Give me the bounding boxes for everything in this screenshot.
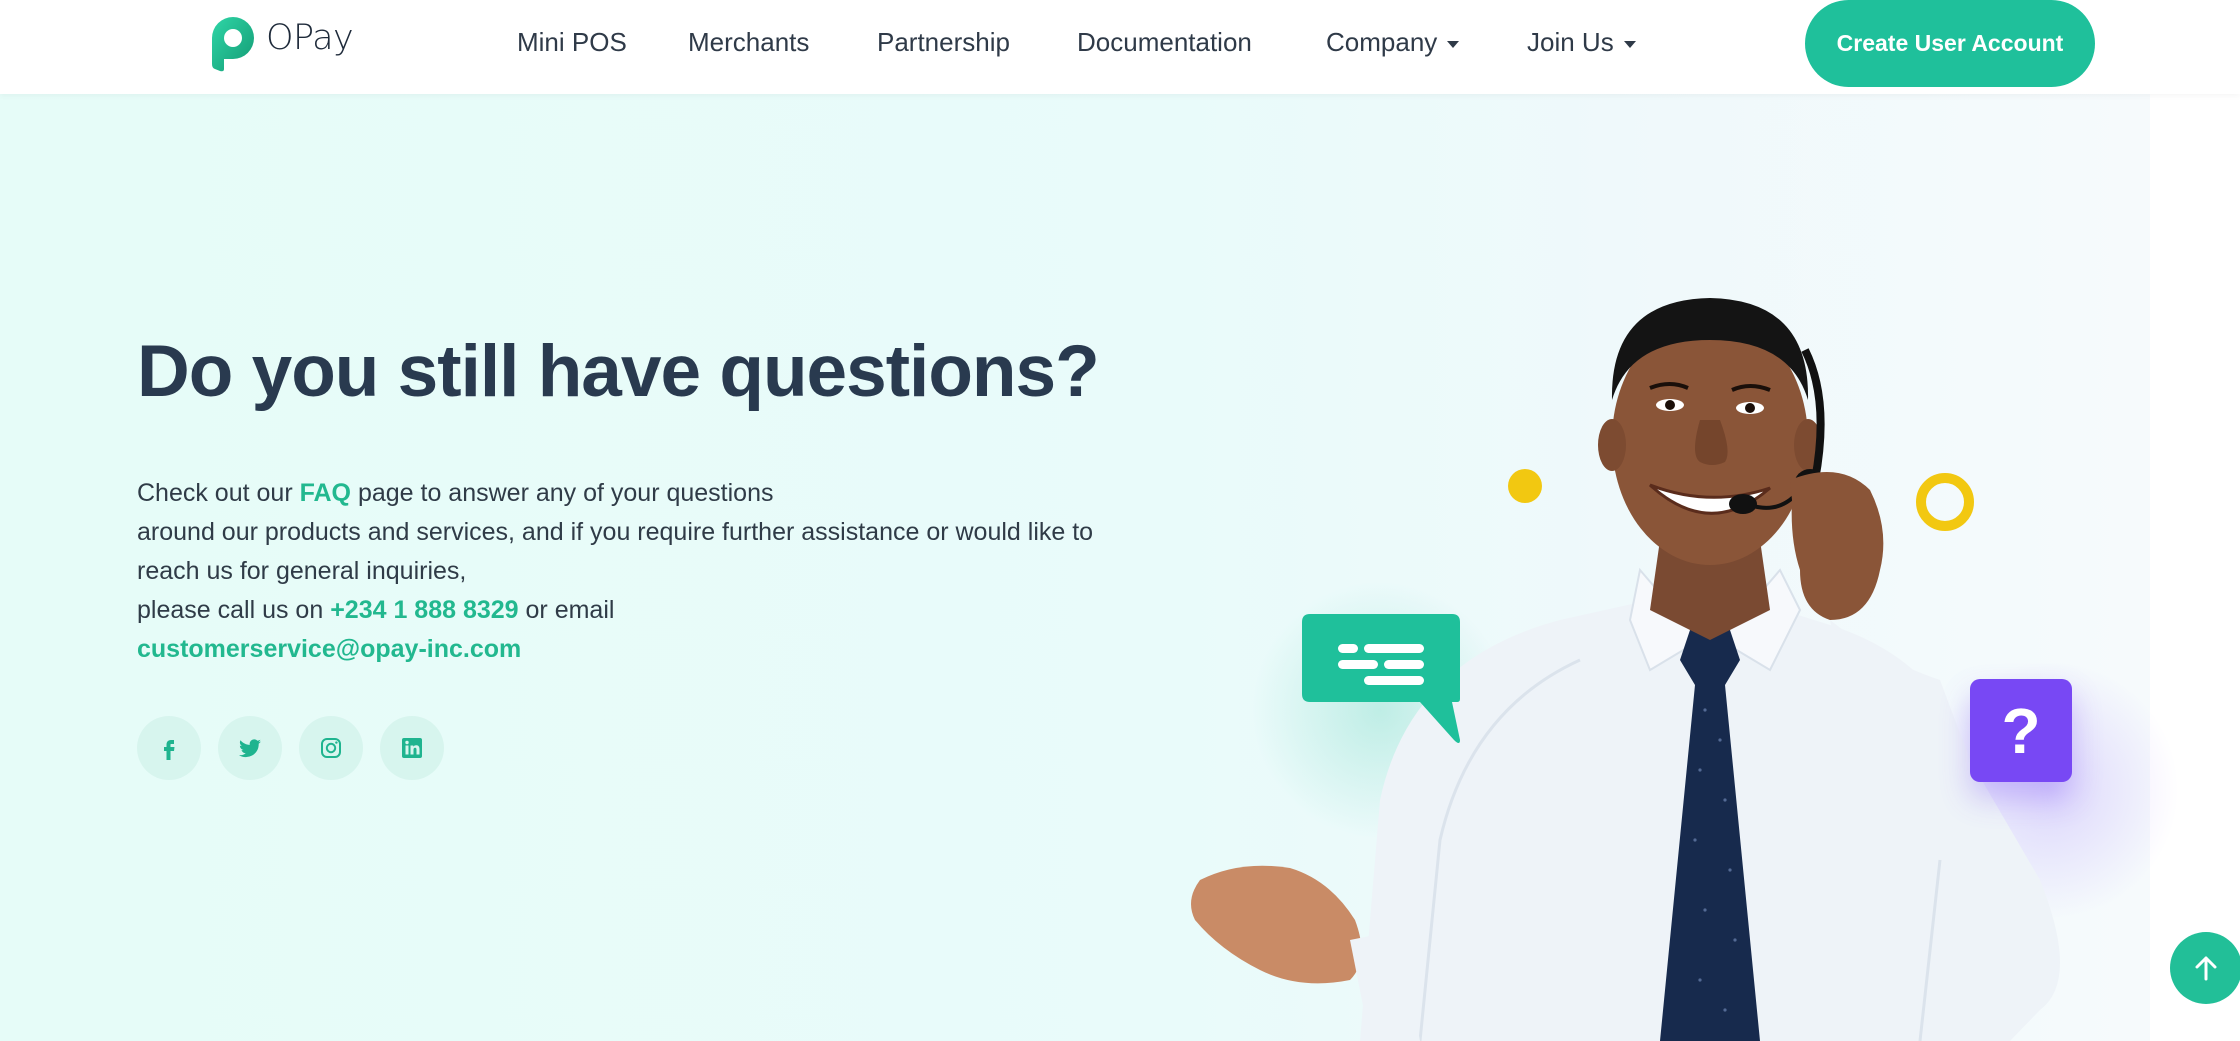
contact-description: Check out our FAQ page to answer any of … — [137, 474, 1137, 669]
nav-partnership[interactable]: Partnership — [877, 24, 1010, 60]
nav-company-dropdown[interactable]: Company — [1326, 24, 1460, 60]
opay-logo-icon — [212, 17, 254, 72]
description-line: customerservice@opay-inc.com — [137, 630, 1137, 669]
decorative-yellow-dot — [1508, 469, 1542, 503]
arrow-up-icon — [2195, 956, 2217, 981]
page-title: Do you still have questions? — [137, 331, 1100, 412]
phone-link[interactable]: +234 1 888 8329 — [330, 596, 518, 624]
facebook-icon — [164, 740, 175, 760]
brand-name: OPay — [266, 18, 354, 58]
email-link[interactable]: customerservice@opay-inc.com — [137, 635, 521, 663]
nav-label: Company — [1326, 27, 1438, 57]
nav-label: Partnership — [877, 27, 1010, 57]
caret-down-icon — [1447, 40, 1460, 48]
description-line: around our products and services, and if… — [137, 518, 1094, 546]
text: Check out our — [137, 479, 300, 507]
chat-bubble-icon — [1302, 614, 1460, 743]
facebook-link[interactable] — [137, 716, 201, 780]
description-line: Check out our FAQ page to answer any of … — [137, 474, 1137, 513]
nav-label: Mini POS — [517, 27, 627, 57]
description-line: please call us on +234 1 888 8329 or ema… — [137, 591, 1137, 630]
text: please call us on — [137, 596, 331, 624]
twitter-link[interactable] — [218, 716, 282, 780]
caret-down-icon — [1623, 40, 1636, 48]
nav-join-us-dropdown[interactable]: Join Us — [1527, 24, 1636, 60]
nav-label: Join Us — [1527, 27, 1614, 57]
linkedin-icon — [402, 738, 422, 758]
opay-logo[interactable]: OPay — [208, 14, 354, 72]
description-line: reach us for general inquiries, — [137, 557, 467, 585]
decorative-yellow-ring — [1916, 473, 1974, 531]
question-mark-icon: ? — [1970, 679, 2072, 782]
linkedin-link[interactable] — [380, 716, 444, 780]
text: or email — [518, 596, 615, 624]
instagram-link[interactable] — [299, 716, 363, 780]
twitter-icon — [239, 739, 261, 758]
nav-label: Merchants — [688, 27, 810, 57]
faq-link[interactable]: FAQ — [300, 479, 351, 507]
nav-merchants[interactable]: Merchants — [688, 24, 809, 60]
nav-mini-pos[interactable]: Mini POS — [517, 24, 627, 60]
text: page to answer any of your questions — [351, 479, 774, 507]
nav-documentation[interactable]: Documentation — [1077, 24, 1252, 60]
create-user-account-button[interactable]: Create User Account — [1805, 0, 2095, 87]
instagram-icon — [321, 738, 341, 758]
scroll-to-top-button[interactable] — [2170, 932, 2240, 1004]
social-links — [137, 716, 444, 780]
site-header: OPay Mini POS Merchants Partnership Docu… — [0, 0, 2240, 94]
nav-label: Documentation — [1077, 27, 1252, 57]
